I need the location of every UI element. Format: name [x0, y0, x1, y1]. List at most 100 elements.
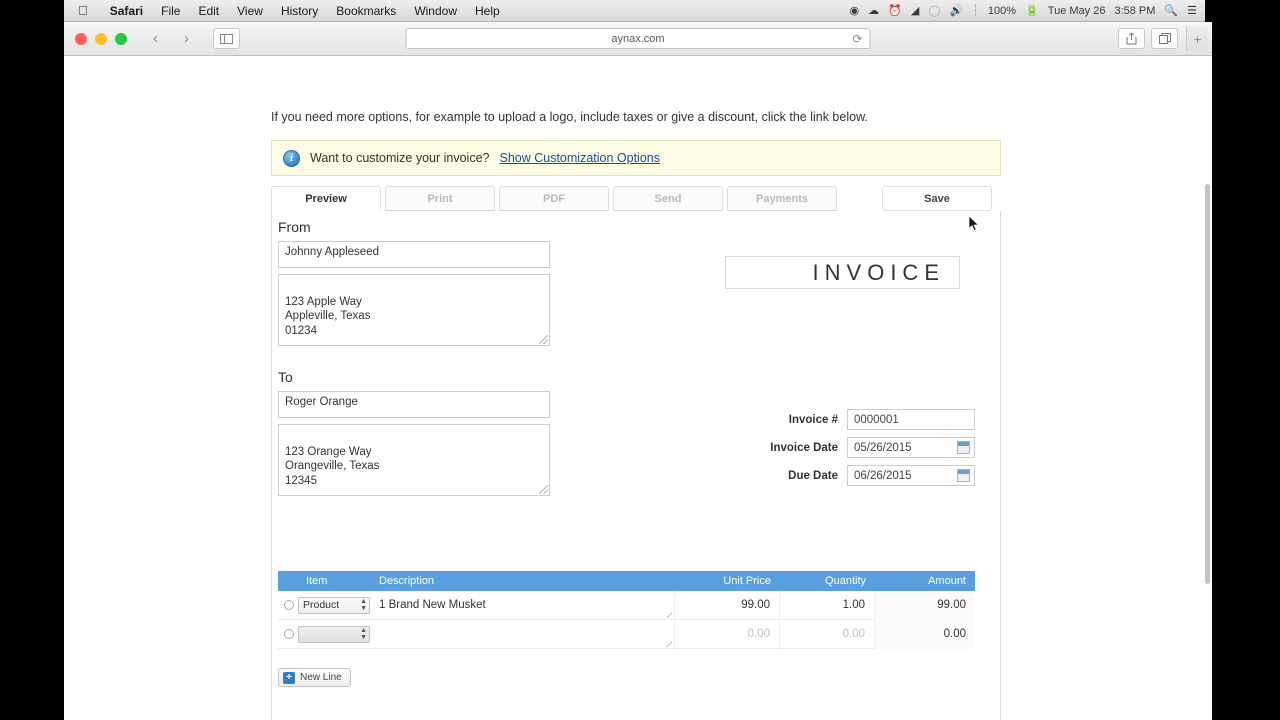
- item-type-value: Product: [303, 599, 339, 611]
- row-quantity-cell[interactable]: 0.00: [780, 620, 875, 649]
- minimize-window-button[interactable]: [95, 33, 107, 45]
- row-select-radio[interactable]: [284, 600, 294, 610]
- apple-menu-icon[interactable]: : [64, 4, 101, 17]
- menu-item-bookmarks[interactable]: Bookmarks: [327, 0, 405, 22]
- column-header-unit-price: Unit Price: [675, 575, 780, 587]
- column-header-item: Item: [278, 575, 370, 587]
- notice-text: Want to customize your invoice?: [310, 151, 489, 165]
- new-line-button[interactable]: + New Line: [278, 668, 351, 687]
- customization-notice: i Want to customize your invoice? Show C…: [271, 140, 1001, 176]
- show-tabs-icon[interactable]: [1151, 28, 1178, 49]
- resize-grip-icon[interactable]: [665, 640, 672, 647]
- to-name-input[interactable]: Roger Orange: [278, 391, 550, 418]
- row-description-value: 1 Brand New Musket: [379, 599, 486, 611]
- new-tab-button[interactable]: +: [1186, 26, 1208, 51]
- calendar-icon[interactable]: [957, 441, 970, 454]
- plus-icon: +: [283, 672, 295, 684]
- row-item-cell: ▲▼: [278, 626, 370, 643]
- menu-item-view[interactable]: View: [228, 0, 272, 22]
- invoice-date-value: 05/26/2015: [854, 442, 912, 454]
- due-date-value: 06/26/2015: [854, 470, 912, 482]
- tab-preview[interactable]: Preview: [271, 186, 381, 211]
- clock-icon[interactable]: ◯: [928, 4, 940, 17]
- row-amount-cell: 99.00: [875, 591, 975, 620]
- invoice-date-input[interactable]: 05/26/2015: [847, 437, 975, 458]
- menu-item-history[interactable]: History: [272, 0, 327, 22]
- line-items-table: Item Description Unit Price Quantity Amo…: [278, 571, 975, 649]
- from-address-value: 123 Apple Way Appleville, Texas 01234: [285, 296, 370, 337]
- row-quantity-cell[interactable]: 1.00: [780, 591, 875, 620]
- item-type-select[interactable]: Product ▲▼: [298, 597, 370, 614]
- column-header-description: Description: [370, 575, 675, 587]
- zoom-window-button[interactable]: [115, 33, 127, 45]
- invoice-tab-bar: Preview Print PDF Send Payments: [271, 186, 841, 211]
- page-scrollbar[interactable]: [1203, 56, 1211, 720]
- invoice-date-label: Invoice Date: [727, 442, 847, 454]
- menu-item-safari[interactable]: Safari: [101, 0, 152, 22]
- invoice-number-input[interactable]: 0000001: [847, 409, 975, 430]
- invoice-date-row: Invoice Date 05/26/2015: [727, 437, 975, 458]
- menu-item-window[interactable]: Window: [405, 0, 466, 22]
- tab-print[interactable]: Print: [385, 186, 495, 211]
- cloud-icon[interactable]: ☁: [868, 4, 879, 17]
- row-unit-price-cell[interactable]: 99.00: [675, 591, 780, 620]
- time-machine-icon[interactable]: ⏰: [888, 4, 902, 17]
- bluetooth-icon[interactable]: ┆: [972, 4, 979, 17]
- address-bar[interactable]: aynax.com ⟳: [406, 28, 871, 49]
- tab-payments[interactable]: Payments: [727, 186, 837, 211]
- to-address-value: 123 Orange Way Orangeville, Texas 12345: [285, 446, 379, 487]
- search-icon[interactable]: 🔍: [1164, 4, 1178, 17]
- tab-pdf[interactable]: PDF: [499, 186, 609, 211]
- scrollbar-thumb[interactable]: [1205, 184, 1210, 584]
- chevron-updown-icon[interactable]: ▲▼: [360, 627, 367, 641]
- menu-item-edit[interactable]: Edit: [189, 0, 228, 22]
- battery-percent: 100%: [988, 5, 1016, 17]
- row-item-cell: Product ▲▼: [278, 597, 370, 614]
- item-type-select[interactable]: ▲▼: [298, 626, 370, 643]
- mouse-cursor: [969, 216, 980, 232]
- tab-send[interactable]: Send: [613, 186, 723, 211]
- invoice-number-row: Invoice # 0000001: [727, 409, 975, 430]
- invoice-title: INVOICE: [725, 256, 960, 289]
- table-header-row: Item Description Unit Price Quantity Amo…: [278, 571, 975, 591]
- chevron-updown-icon[interactable]: ▲▼: [360, 598, 367, 612]
- row-select-radio[interactable]: [284, 629, 294, 639]
- dropbox-icon[interactable]: ◉: [850, 4, 860, 17]
- menu-item-file[interactable]: File: [152, 0, 189, 22]
- volume-icon[interactable]: 🔊: [950, 4, 964, 17]
- table-row[interactable]: Product ▲▼ 1 Brand New Musket 99.00 1.00…: [278, 591, 975, 620]
- save-button[interactable]: Save: [882, 186, 992, 211]
- menu-item-help[interactable]: Help: [466, 0, 509, 22]
- reload-icon[interactable]: ⟳: [852, 32, 862, 46]
- table-row[interactable]: ▲▼ 0.00 0.00 0.00: [278, 620, 975, 649]
- resize-grip-icon[interactable]: [539, 485, 548, 494]
- notification-center-icon[interactable]: ☰: [1187, 4, 1197, 17]
- column-header-quantity: Quantity: [780, 575, 875, 587]
- safari-window: ‹ › aynax.com ⟳ + If you need more optio…: [64, 22, 1212, 720]
- due-date-input[interactable]: 06/26/2015: [847, 465, 975, 486]
- row-description-cell[interactable]: 1 Brand New Musket: [370, 591, 675, 620]
- wifi-icon[interactable]: ◢: [911, 4, 919, 17]
- battery-icon[interactable]: 🔋: [1025, 4, 1039, 17]
- row-unit-price-cell[interactable]: 0.00: [675, 620, 780, 649]
- from-address-textarea[interactable]: 123 Apple Way Appleville, Texas 01234: [278, 274, 550, 346]
- share-icon[interactable]: [1118, 28, 1145, 49]
- sidebar-icon[interactable]: [213, 28, 240, 49]
- to-address-textarea[interactable]: 123 Orange Way Orangeville, Texas 12345: [278, 424, 550, 496]
- row-description-cell[interactable]: [370, 620, 675, 649]
- calendar-icon[interactable]: [957, 469, 970, 482]
- row-amount-cell: 0.00: [875, 620, 975, 649]
- resize-grip-icon[interactable]: [539, 335, 548, 344]
- nav-buttons: ‹ ›: [137, 28, 199, 49]
- show-customization-options-link[interactable]: Show Customization Options: [499, 151, 660, 165]
- forward-button[interactable]: ›: [174, 28, 199, 49]
- new-line-label: New Line: [300, 672, 342, 683]
- macos-menu-bar:  Safari File Edit View History Bookmark…: [64, 0, 1205, 22]
- from-name-input[interactable]: Johnny Appleseed: [278, 241, 550, 268]
- resize-grip-icon[interactable]: [665, 611, 672, 618]
- url-text: aynax.com: [611, 33, 664, 45]
- invoice-sheet: From Johnny Appleseed 123 Apple Way Appl…: [271, 211, 1001, 720]
- close-window-button[interactable]: [75, 33, 87, 45]
- web-page-viewport: If you need more options, for example to…: [64, 56, 1212, 720]
- back-button[interactable]: ‹: [143, 28, 168, 49]
